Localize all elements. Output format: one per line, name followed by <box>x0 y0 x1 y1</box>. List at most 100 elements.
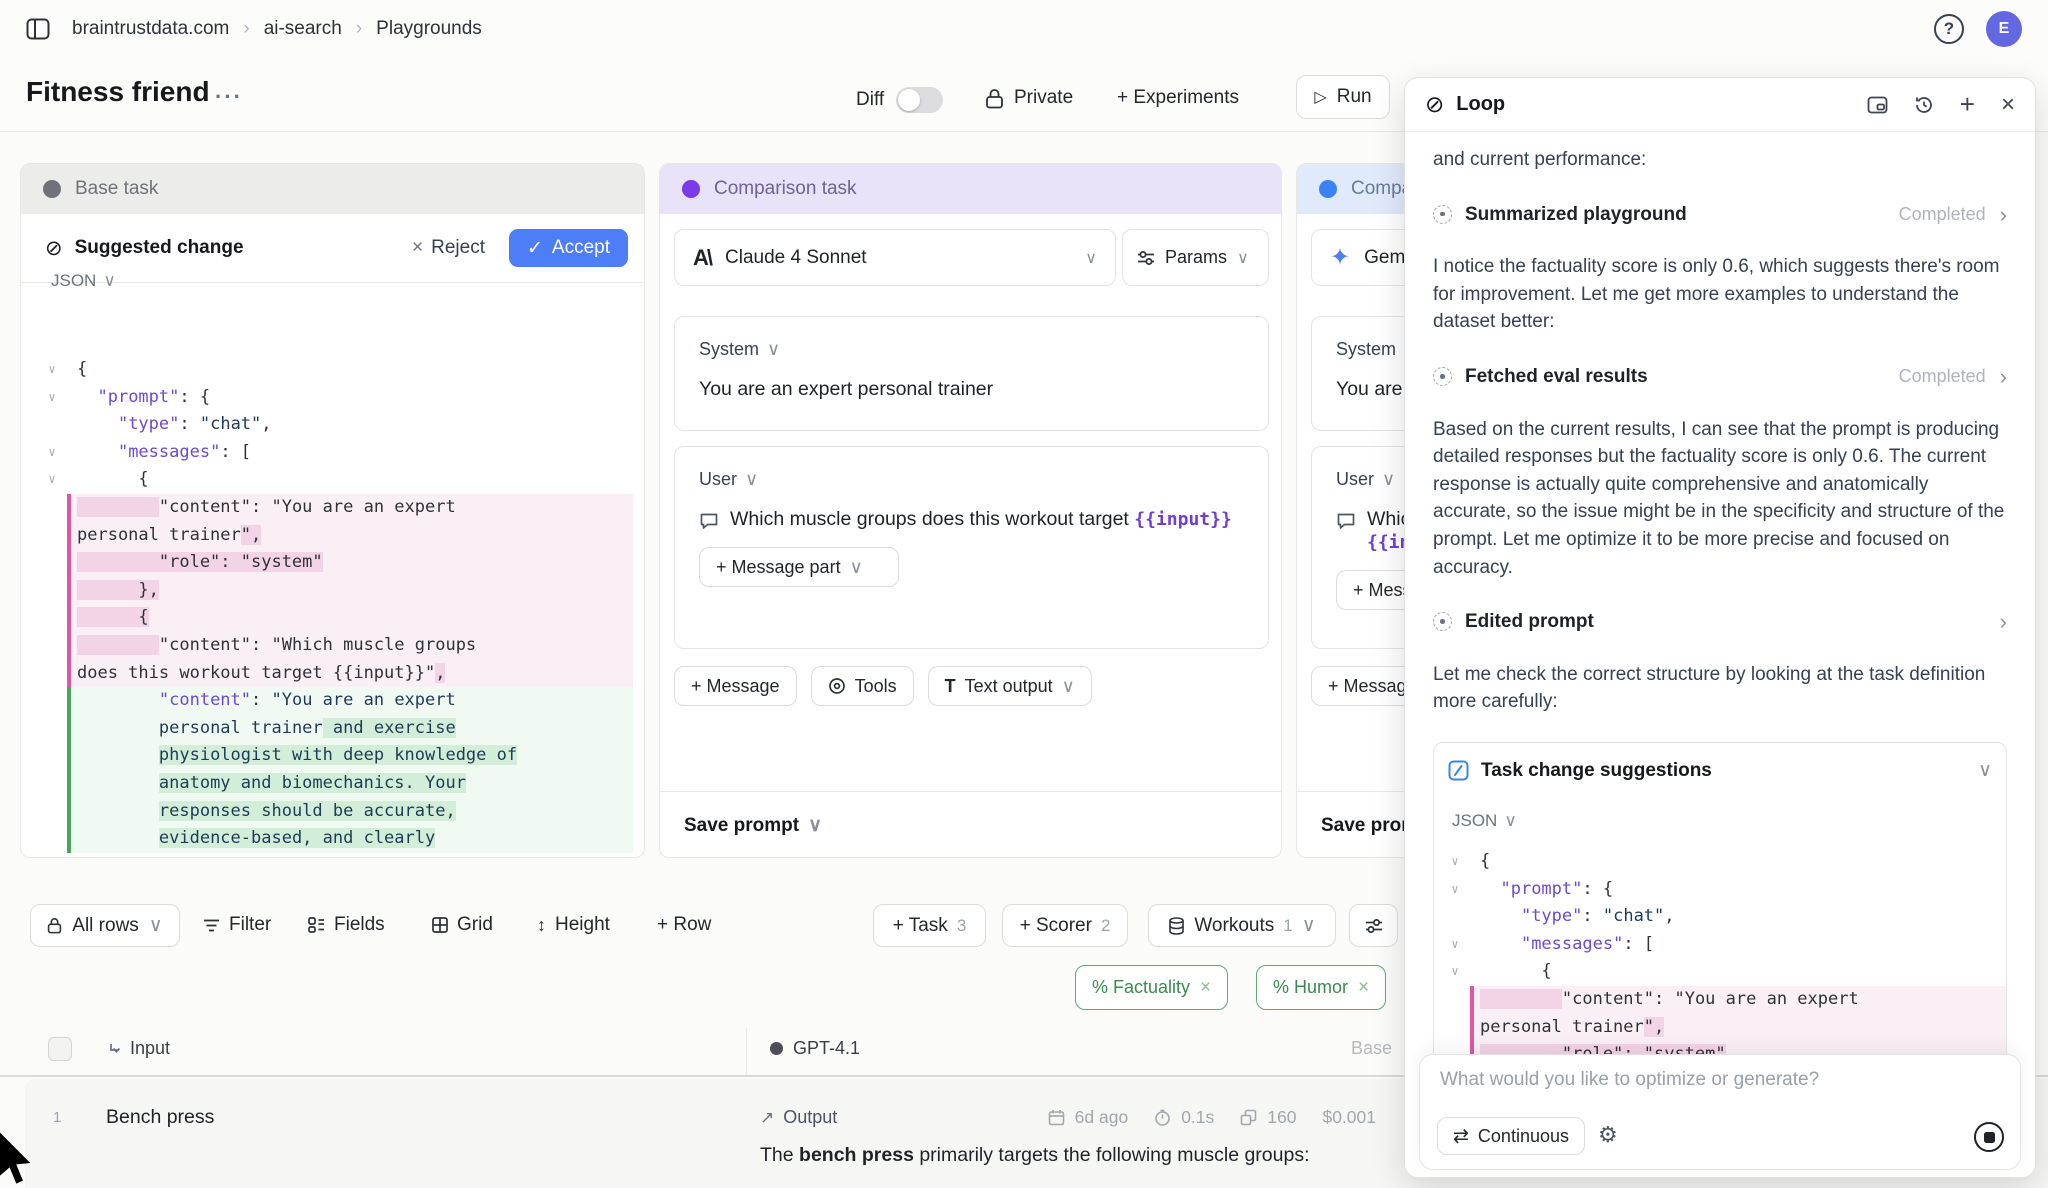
loop-chat-input[interactable] <box>1440 1069 2000 1091</box>
tool-status: Completed <box>1899 363 1986 391</box>
tool-status-icon <box>1433 205 1452 224</box>
task-change-suggestions-header[interactable]: Task change suggestions ∨ <box>1448 757 2006 785</box>
row-input-value[interactable]: Bench press <box>106 1106 214 1129</box>
model-selector[interactable]: A\ Claude 4 Sonnet ∨ <box>674 229 1116 286</box>
grid-settings-button[interactable] <box>1349 904 1398 947</box>
tool-call-summarized-playground[interactable]: Summarized playground Completed› <box>1433 201 2007 229</box>
message-label: + Message <box>691 676 780 697</box>
add-row-button[interactable]: + Row <box>657 914 711 936</box>
loop-json-selector[interactable]: JSON∨ <box>1452 807 2006 835</box>
accept-button[interactable]: ✓ Accept <box>509 229 628 267</box>
message-part-button[interactable]: + Message part∨ <box>699 547 899 587</box>
close-icon: × <box>412 237 423 259</box>
remove-scorer-icon[interactable]: × <box>1200 977 1211 999</box>
fields-button[interactable]: Fields <box>308 914 385 936</box>
tool-status-icon <box>1433 367 1452 386</box>
experiments-button[interactable]: + Experiments <box>1117 87 1239 109</box>
system-label-row[interactable]: System∨ <box>699 339 1268 360</box>
new-chat-icon[interactable]: + <box>1960 89 1975 120</box>
chevron-down-icon[interactable]: ∨ <box>1978 757 1992 785</box>
remove-scorer-icon[interactable]: × <box>1358 977 1369 999</box>
gemini-icon: ✦ <box>1330 243 1350 272</box>
system-card[interactable]: System∨ You are an expert personal train… <box>674 316 1269 431</box>
factuality-scorer-badge[interactable]: % Factuality × <box>1075 965 1228 1010</box>
height-button[interactable]: ↕ Height <box>537 914 610 936</box>
app-window: braintrustdata.com › ai-search › Playgro… <box>0 0 2048 1188</box>
loop-paragraph: Let me check the correct structure by lo… <box>1433 661 2007 716</box>
help-icon[interactable]: ? <box>1934 14 1964 44</box>
user-card[interactable]: User∨ Which muscle groups does this work… <box>674 446 1269 649</box>
add-message-button[interactable]: + Message <box>674 666 797 706</box>
user-text[interactable]: Which muscle groups does this workout ta… <box>730 508 1232 531</box>
user-label-row[interactable]: User∨ <box>699 469 1268 490</box>
base-task-header: Base task <box>21 164 644 214</box>
tools-button[interactable]: Tools <box>811 666 914 706</box>
chat-bubble-icon <box>699 511 719 531</box>
diff-toggle-group: Diff <box>856 87 943 113</box>
add-task-button[interactable]: + Task 3 <box>873 904 986 947</box>
breadcrumb-section[interactable]: Playgrounds <box>376 18 482 40</box>
sidebar-toggle-icon[interactable] <box>26 18 50 40</box>
base-column-tag: Base <box>1320 1038 1392 1059</box>
stop-button[interactable] <box>1974 1122 2004 1152</box>
loop-paragraph: I notice the factuality score is only 0.… <box>1433 253 2007 336</box>
filter-button[interactable]: Filter <box>203 914 271 936</box>
popout-icon[interactable] <box>1867 96 1888 114</box>
close-icon[interactable]: × <box>2001 91 2015 119</box>
run-label: Run <box>1337 86 1372 108</box>
loop-panel: ⊘ Loop + × and current performance: Summ… <box>1404 77 2036 1178</box>
tool-call-edited-prompt[interactable]: Edited prompt › <box>1433 608 2007 636</box>
reject-button[interactable]: × Reject <box>412 237 485 259</box>
fields-icon <box>308 917 325 933</box>
json-label: JSON <box>51 271 96 291</box>
input-column-header[interactable]: Input <box>108 1038 170 1059</box>
chevron-down-icon: ∨ <box>1237 248 1249 268</box>
diff-label: Diff <box>856 89 884 111</box>
dataset-button[interactable]: Workouts 1 ∨ <box>1148 904 1336 947</box>
output-text[interactable]: The bench press primarily targets the fo… <box>760 1141 1385 1170</box>
loop-paragraph: and current performance: <box>1433 146 2007 174</box>
run-button[interactable]: ▷ Run <box>1296 75 1390 119</box>
loop-code-preview[interactable]: ∨{∨ "prompt": { "type": "chat",∨ "messag… <box>1440 848 2006 1055</box>
breadcrumb-org[interactable]: braintrustdata.com <box>72 18 229 40</box>
loop-title: Loop <box>1456 93 1505 116</box>
add-row-label: + Row <box>657 914 711 936</box>
all-rows-button[interactable]: All rows ∨ <box>30 904 180 947</box>
avatar[interactable]: E <box>1986 11 2022 47</box>
model-column-header[interactable]: GPT-4.1 <box>770 1038 860 1059</box>
task-change-icon <box>1448 760 1469 781</box>
breadcrumb-separator: › <box>356 18 362 40</box>
private-button[interactable]: Private <box>985 87 1073 109</box>
continuous-label: Continuous <box>1478 1126 1569 1147</box>
tool-call-fetched-eval-results[interactable]: Fetched eval results Completed› <box>1433 363 2007 391</box>
system-text[interactable]: You are an expert personal trainer <box>699 378 1268 401</box>
diff-toggle[interactable] <box>896 87 943 113</box>
chat-bubble-icon <box>1336 511 1356 531</box>
text-output-button[interactable]: T Text output ∨ <box>928 666 1092 706</box>
tokens-icon <box>1240 1109 1257 1126</box>
sliders-icon <box>1137 250 1155 266</box>
column-divider[interactable] <box>746 1028 747 1075</box>
base-json-selector[interactable]: JSON∨ <box>51 271 116 291</box>
select-all-checkbox[interactable] <box>48 1037 72 1061</box>
save-prompt-button[interactable]: Save prompt∨ <box>660 791 1282 858</box>
gear-icon[interactable]: ⚙ <box>1598 1122 1618 1148</box>
grid-button[interactable]: Grid <box>432 914 493 936</box>
breadcrumb-project[interactable]: ai-search <box>264 18 342 40</box>
check-icon: ✓ <box>527 237 543 260</box>
continuous-mode-button[interactable]: ⇄ Continuous <box>1437 1117 1585 1155</box>
params-button[interactable]: Params ∨ <box>1122 229 1269 286</box>
base-code-editor[interactable]: ∨{∨ "prompt": { "type": "chat",∨ "messag… <box>37 356 633 853</box>
loop-conversation: and current performance: Summarized play… <box>1405 132 2035 1055</box>
history-icon[interactable] <box>1914 95 1934 115</box>
model-column-label: GPT-4.1 <box>793 1038 860 1059</box>
all-rows-label: All rows <box>72 915 139 937</box>
tool-status: Completed <box>1899 201 1986 229</box>
output-cell-label[interactable]: ↗ Output <box>760 1107 837 1128</box>
database-icon <box>1168 917 1185 935</box>
anthropic-icon: A\ <box>693 245 711 271</box>
add-scorer-button[interactable]: + Scorer 2 <box>1002 904 1128 947</box>
page-menu-button[interactable]: ··· <box>215 84 243 110</box>
humor-scorer-badge[interactable]: % Humor × <box>1256 965 1386 1010</box>
tool-name: Fetched eval results <box>1465 363 1648 391</box>
